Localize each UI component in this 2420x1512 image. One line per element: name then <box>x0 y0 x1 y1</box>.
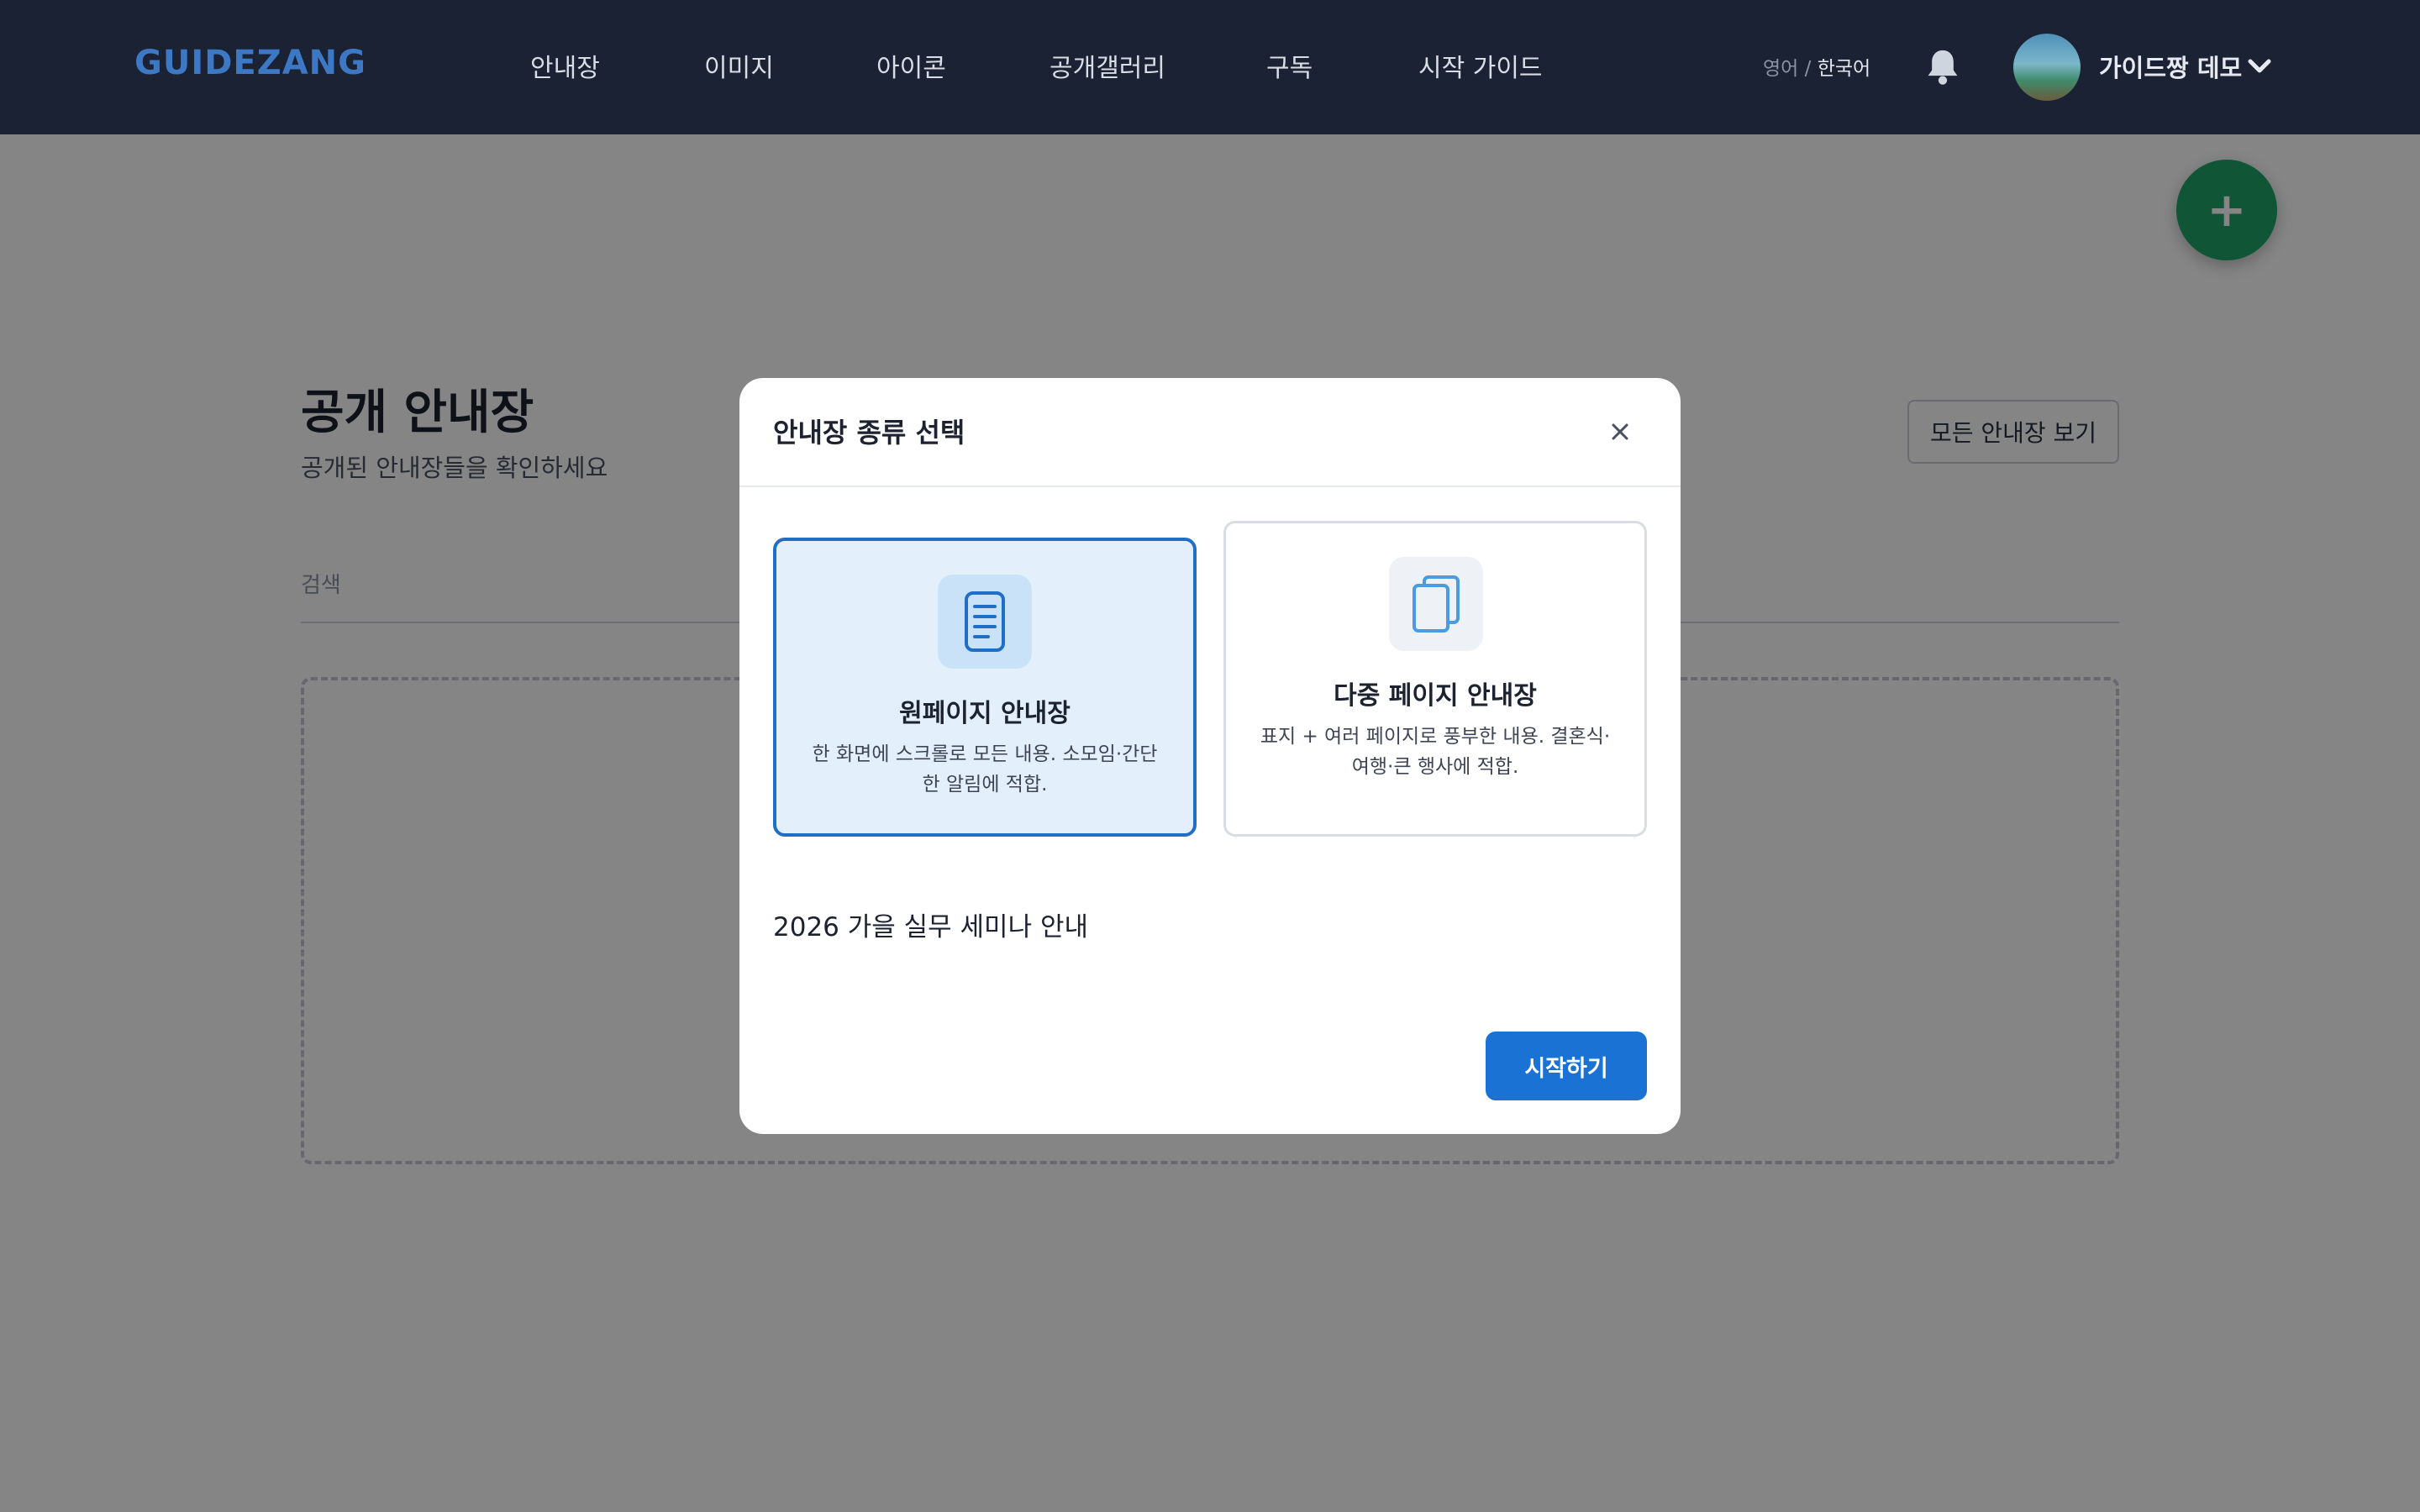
option-onepage-title: 원페이지 안내장 <box>899 699 1071 728</box>
nav-item-public-gallery[interactable]: 공개갤러리 <box>1050 47 1165 84</box>
nav-item-subscribe[interactable]: 구독 <box>1266 47 1313 84</box>
option-multipage-title: 다중 페이지 안내장 <box>1334 681 1537 711</box>
invitation-name-input[interactable] <box>773 899 1647 949</box>
nav-item-invitations[interactable]: 안내장 <box>530 47 600 84</box>
pages-icon <box>1389 557 1483 651</box>
nav-item-icons[interactable]: 아이콘 <box>876 47 946 84</box>
user-name[interactable]: 가이드짱 데모 <box>2099 49 2242 84</box>
lang-english[interactable]: 영어 <box>1763 58 1798 80</box>
lang-separator: / <box>1798 58 1818 80</box>
nav-item-getting-started[interactable]: 시작 가이드 <box>1418 47 1543 84</box>
option-multipage[interactable]: 다중 페이지 안내장 표지 + 여러 페이지로 풍부한 내용. 결혼식·여행·큰… <box>1223 521 1647 837</box>
nav-item-images[interactable]: 이미지 <box>704 47 774 84</box>
bell-icon[interactable] <box>1924 47 1961 87</box>
type-select-modal: 안내장 종류 선택 원페이지 안내장 한 화면에 스크롤로 모든 내용. 소모임… <box>739 378 1681 1134</box>
brand-logo[interactable]: GUIDEZANG <box>134 44 366 82</box>
modal-divider <box>739 486 1681 487</box>
option-multipage-desc: 표지 + 여러 페이지로 풍부한 내용. 결혼식·여행·큰 행사에 적합. <box>1260 726 1611 778</box>
avatar[interactable] <box>2013 34 2081 101</box>
option-onepage[interactable]: 원페이지 안내장 한 화면에 스크롤로 모든 내용. 소모임·간단한 알림에 적… <box>773 538 1197 837</box>
top-header: GUIDEZANG 안내장 이미지 아이콘 공개갤러리 구독 시작 가이드 영어… <box>0 0 2420 134</box>
lang-korean[interactable]: 한국어 <box>1818 58 1870 80</box>
modal-title: 안내장 종류 선택 <box>773 417 965 449</box>
close-icon[interactable] <box>1607 418 1634 445</box>
language-switch: 영어 / 한국어 <box>1763 52 1870 81</box>
chevron-down-icon[interactable] <box>2247 57 2272 76</box>
document-icon <box>938 575 1032 669</box>
option-onepage-desc: 한 화면에 스크롤로 모든 내용. 소모임·간단한 알림에 적합. <box>812 743 1158 795</box>
start-button[interactable]: 시작하기 <box>1486 1032 1647 1100</box>
